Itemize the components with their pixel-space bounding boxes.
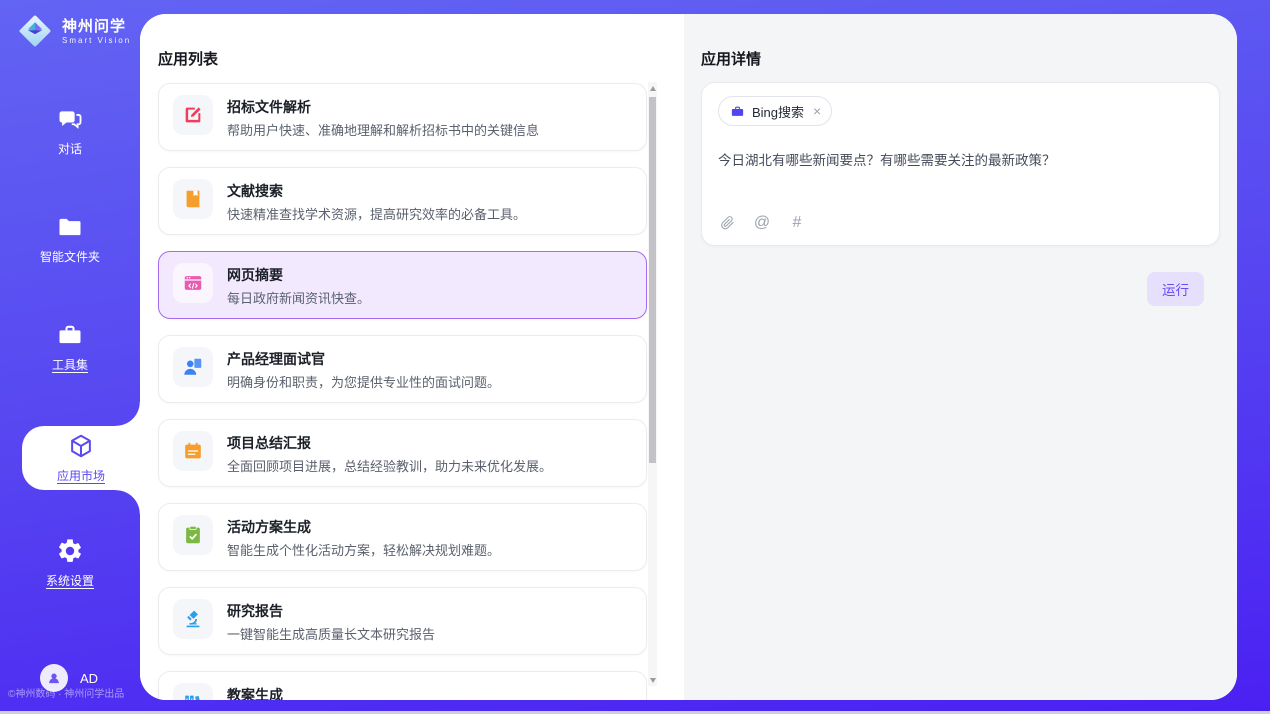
app-card-description: 帮助用户快速、准确地理解和解析招标书中的关键信息 [227,122,539,139]
browser-icon [173,263,213,303]
scrollbar-up-arrow[interactable] [648,82,657,94]
calendar-icon [173,431,213,471]
tool-tag-bing-search[interactable]: Bing搜索 × [718,96,832,126]
attachment-icon[interactable] [718,214,736,232]
scrollbar-down-arrow[interactable] [648,674,657,686]
sidebar-item-settings[interactable]: 系统设置 [0,534,140,592]
app-card-research-report[interactable]: 研究报告 一键智能生成高质量长文本研究报告 [158,587,647,655]
app-detail-title: 应用详情 [701,48,761,69]
sidebar-item-label: 智能文件夹 [40,248,100,265]
app-card-description: 全面回顾项目进展，总结经验教训，助力未来优化发展。 [227,458,552,475]
app-card-description: 智能生成个性化活动方案，轻松解决规划难题。 [227,542,500,559]
tool-tag-label: Bing搜索 [752,102,804,121]
sidebar-item-smart-folders[interactable]: 智能文件夹 [0,210,140,268]
app-card-title: 项目总结汇报 [227,433,552,453]
sidebar-item-label: 对话 [58,140,82,157]
gear-icon [56,537,84,565]
microscope-icon [173,599,213,639]
main-content: 应用列表 招标文件解析 帮助用户快速、准确地理解和解析招标书中的关键信息 文献搜… [140,14,1237,700]
mention-icon[interactable]: @ [753,214,771,232]
user-icon [46,670,62,686]
app-card-title: 活动方案生成 [227,517,500,537]
app-card-pm-interviewer[interactable]: 产品经理面试官 明确身份和职责，为您提供专业性的面试问题。 [158,335,647,403]
app-list-title: 应用列表 [158,48,218,69]
app-card-title: 网页摘要 [227,265,370,285]
sidebar-footer: ©神州数码 · 神州问学出品 [8,685,124,700]
app-list-panel: 应用列表 招标文件解析 帮助用户快速、准确地理解和解析招标书中的关键信息 文献搜… [140,14,684,700]
folder-icon [56,213,84,241]
app-card-description: 快速精准查找学术资源，提高研究效率的必备工具。 [227,206,526,223]
user-initials: AD [80,671,98,686]
query-input[interactable]: 今日湖北有哪些新闻要点？有哪些需要关注的最新政策？ [718,151,1203,191]
sidebar-item-label: 工具集 [52,356,88,373]
scrollbar-thumb[interactable] [649,97,656,463]
book-icon [173,179,213,219]
hash-icon[interactable]: # [788,214,806,232]
app-card-title: 研究报告 [227,601,435,621]
sidebar-item-label: 系统设置 [46,572,94,589]
chat-icon [56,105,84,133]
app-card-title: 文献搜索 [227,181,526,201]
app-card-web-summary[interactable]: 网页摘要 每日政府新闻资讯快查。 [158,251,647,319]
briefcase-icon [730,104,745,119]
sidebar-nav: 对话 智能文件夹 工具集 应用市场 系统设置 [0,102,140,592]
diamond-logo-icon [16,12,54,50]
sidebar: 神州问学 Smart Vision 对话 智能文件夹 工具集 应用市场 系统设置… [0,0,140,714]
composer-toolbar: @# [718,214,806,232]
pen-square-icon [173,95,213,135]
app-card-title: 产品经理面试官 [227,349,500,369]
run-row: 运行 [1147,272,1204,306]
sidebar-item-chat[interactable]: 对话 [0,102,140,160]
app-card-project-summary[interactable]: 项目总结汇报 全面回顾项目进展，总结经验教训，助力未来优化发展。 [158,419,647,487]
close-icon[interactable]: × [813,104,821,118]
sidebar-item-app-market[interactable]: 应用市场 [22,426,140,490]
app-card-literature-search[interactable]: 文献搜索 快速精准查找学术资源，提高研究效率的必备工具。 [158,167,647,235]
app-card-description: 明确身份和职责，为您提供专业性的面试问题。 [227,374,500,391]
run-button[interactable]: 运行 [1147,272,1204,306]
toolbox-icon [56,321,84,349]
books-icon [173,683,213,700]
brand-title: 神州问学 [62,18,131,36]
app-card-description: 每日政府新闻资讯快查。 [227,290,370,307]
sidebar-item-label: 应用市场 [57,467,105,484]
app-card-description: 一键智能生成高质量长文本研究报告 [227,626,435,643]
brand-subtitle: Smart Vision [62,36,131,45]
clipboard-check-icon [173,515,213,555]
app-card-title: 招标文件解析 [227,97,539,117]
sidebar-item-toolset[interactable]: 工具集 [0,318,140,376]
person-doc-icon [173,347,213,387]
app-list: 招标文件解析 帮助用户快速、准确地理解和解析招标书中的关键信息 文献搜索 快速精… [158,83,647,700]
scrollbar[interactable] [648,82,657,686]
app-card-title: 教案生成 [227,685,487,700]
app-card-lesson-plan[interactable]: 教案生成 模板驱动，教案秒成，教学准备从此轻松快捷 [158,671,647,700]
app-detail-panel: 应用详情 Bing搜索 × 今日湖北有哪些新闻要点？有哪些需要关注的最新政策？ … [684,14,1237,700]
app-card-event-plan[interactable]: 活动方案生成 智能生成个性化活动方案，轻松解决规划难题。 [158,503,647,571]
app-card-bid-analysis[interactable]: 招标文件解析 帮助用户快速、准确地理解和解析招标书中的关键信息 [158,83,647,151]
composer-card: Bing搜索 × 今日湖北有哪些新闻要点？有哪些需要关注的最新政策？ @# [701,82,1220,246]
cube-icon [67,432,95,460]
brand-logo: 神州问学 Smart Vision [0,0,140,50]
